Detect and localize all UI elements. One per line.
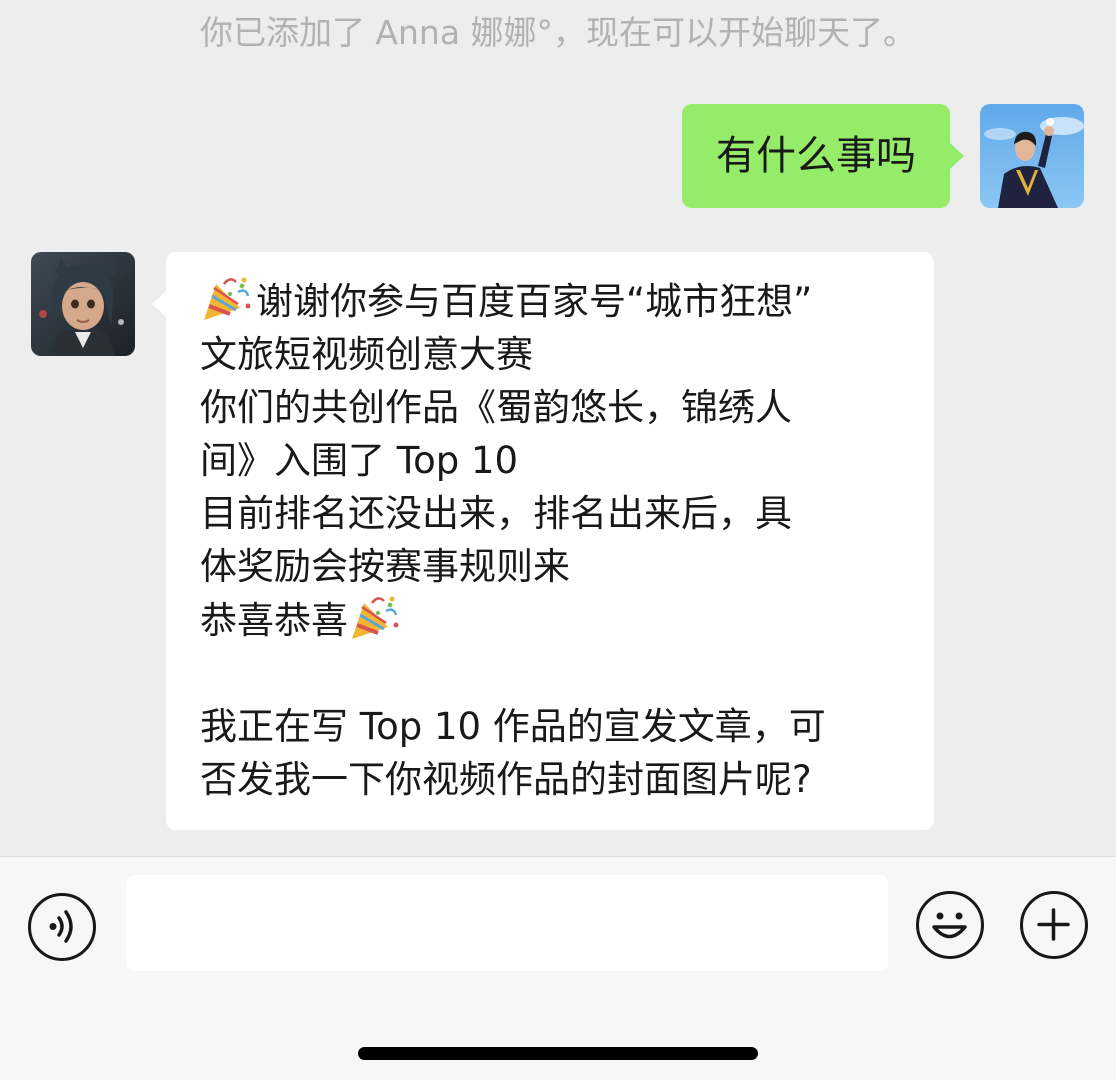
message-line: 谢谢你参与百度百家号“城市狂想” — [200, 274, 900, 328]
home-indicator[interactable] — [358, 1047, 758, 1060]
message-line: 否发我一下你视频作品的封面图片呢? — [200, 758, 812, 801]
cartoon-girl-avatar[interactable] — [31, 252, 135, 356]
graduate-photo-avatar[interactable] — [980, 104, 1084, 208]
message-line: 间》入围了 Top 10 — [200, 439, 519, 482]
system-notice: 你已添加了 Anna 娜娜°，现在可以开始聊天了。 — [199, 13, 917, 52]
message-line: 目前排名还没出来，排名出来后，具 — [200, 492, 792, 535]
incoming-message-bubble[interactable]: 谢谢你参与百度百家号“城市狂想” 文旅短视频创意大赛 你们的共创作品《蜀韵悠长，… — [152, 252, 934, 830]
emoji-icon[interactable] — [916, 891, 984, 959]
plus-icon[interactable] — [1020, 891, 1088, 959]
party-popper-icon — [200, 274, 252, 322]
outgoing-message-bubble[interactable]: 有什么事吗 — [682, 104, 964, 208]
party-popper-icon — [348, 593, 400, 641]
message-text-input[interactable] — [126, 875, 888, 971]
chat-screen: 你已添加了 Anna 娜娜°，现在可以开始聊天了。 有什么事吗 谢谢你参与百度百… — [0, 0, 1116, 1080]
message-line: 文旅短视频创意大赛 — [200, 333, 533, 376]
message-line: 恭喜恭喜 — [200, 593, 900, 647]
message-line: 你们的共创作品《蜀韵悠长，锦绣人 — [200, 386, 792, 429]
message-line: 体奖励会按赛事规则来 — [200, 545, 570, 588]
message-line: 我正在写 Top 10 作品的宣发文章，可 — [200, 705, 826, 748]
chat-input-bar — [0, 856, 1116, 1080]
outgoing-message-text: 有什么事吗 — [716, 133, 916, 179]
voice-icon[interactable] — [28, 893, 96, 961]
